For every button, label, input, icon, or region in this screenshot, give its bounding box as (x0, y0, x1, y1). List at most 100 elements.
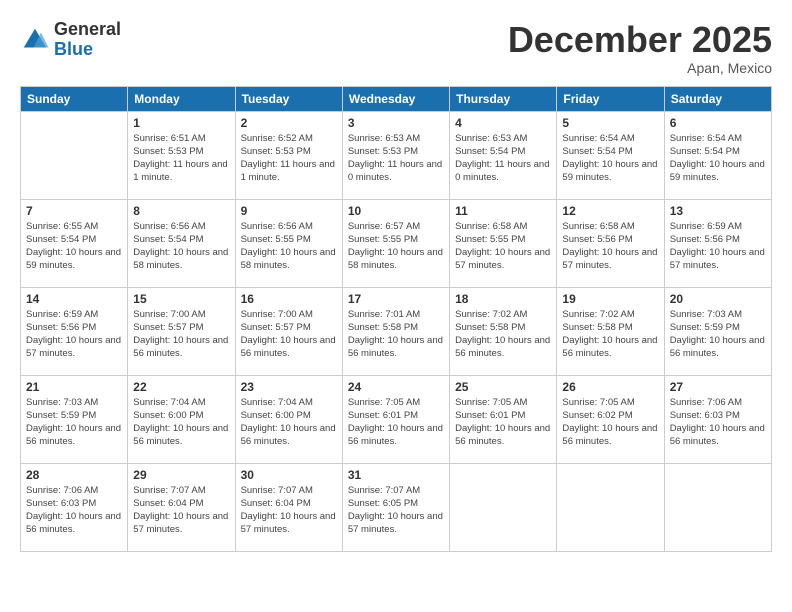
table-row: 21 Sunrise: 7:03 AM Sunset: 5:59 PM Dayl… (21, 375, 128, 463)
table-row: 31 Sunrise: 7:07 AM Sunset: 6:05 PM Dayl… (342, 463, 449, 551)
col-tuesday: Tuesday (235, 86, 342, 111)
cell-info: Sunrise: 7:05 AM Sunset: 6:01 PM Dayligh… (455, 396, 551, 449)
cell-info: Sunrise: 7:02 AM Sunset: 5:58 PM Dayligh… (562, 308, 658, 361)
table-row: 22 Sunrise: 7:04 AM Sunset: 6:00 PM Dayl… (128, 375, 235, 463)
calendar-week-row: 21 Sunrise: 7:03 AM Sunset: 5:59 PM Dayl… (21, 375, 772, 463)
calendar-header-row: Sunday Monday Tuesday Wednesday Thursday… (21, 86, 772, 111)
cell-info: Sunrise: 7:01 AM Sunset: 5:58 PM Dayligh… (348, 308, 444, 361)
calendar-week-row: 7 Sunrise: 6:55 AM Sunset: 5:54 PM Dayli… (21, 199, 772, 287)
cell-date: 2 (241, 116, 337, 130)
table-row: 11 Sunrise: 6:58 AM Sunset: 5:55 PM Dayl… (450, 199, 557, 287)
table-row: 24 Sunrise: 7:05 AM Sunset: 6:01 PM Dayl… (342, 375, 449, 463)
header: General Blue December 2025 Apan, Mexico (20, 20, 772, 76)
cell-date: 16 (241, 292, 337, 306)
table-row: 12 Sunrise: 6:58 AM Sunset: 5:56 PM Dayl… (557, 199, 664, 287)
cell-info: Sunrise: 6:51 AM Sunset: 5:53 PM Dayligh… (133, 132, 229, 185)
cell-date: 6 (670, 116, 766, 130)
cell-date: 25 (455, 380, 551, 394)
cell-info: Sunrise: 6:59 AM Sunset: 5:56 PM Dayligh… (670, 220, 766, 273)
cell-info: Sunrise: 7:00 AM Sunset: 5:57 PM Dayligh… (241, 308, 337, 361)
cell-date: 4 (455, 116, 551, 130)
cell-date: 29 (133, 468, 229, 482)
cell-date: 14 (26, 292, 122, 306)
cell-date: 31 (348, 468, 444, 482)
cell-info: Sunrise: 6:59 AM Sunset: 5:56 PM Dayligh… (26, 308, 122, 361)
page: General Blue December 2025 Apan, Mexico … (0, 0, 792, 612)
table-row: 3 Sunrise: 6:53 AM Sunset: 5:53 PM Dayli… (342, 111, 449, 199)
title-block: December 2025 Apan, Mexico (508, 20, 772, 76)
col-wednesday: Wednesday (342, 86, 449, 111)
table-row: 9 Sunrise: 6:56 AM Sunset: 5:55 PM Dayli… (235, 199, 342, 287)
cell-date: 18 (455, 292, 551, 306)
cell-info: Sunrise: 6:56 AM Sunset: 5:55 PM Dayligh… (241, 220, 337, 273)
table-row: 10 Sunrise: 6:57 AM Sunset: 5:55 PM Dayl… (342, 199, 449, 287)
calendar-week-row: 1 Sunrise: 6:51 AM Sunset: 5:53 PM Dayli… (21, 111, 772, 199)
table-row: 17 Sunrise: 7:01 AM Sunset: 5:58 PM Dayl… (342, 287, 449, 375)
cell-info: Sunrise: 7:00 AM Sunset: 5:57 PM Dayligh… (133, 308, 229, 361)
cell-date: 15 (133, 292, 229, 306)
cell-info: Sunrise: 7:04 AM Sunset: 6:00 PM Dayligh… (133, 396, 229, 449)
cell-date: 5 (562, 116, 658, 130)
cell-info: Sunrise: 6:54 AM Sunset: 5:54 PM Dayligh… (670, 132, 766, 185)
table-row: 6 Sunrise: 6:54 AM Sunset: 5:54 PM Dayli… (664, 111, 771, 199)
col-thursday: Thursday (450, 86, 557, 111)
cell-info: Sunrise: 7:05 AM Sunset: 6:01 PM Dayligh… (348, 396, 444, 449)
table-row: 5 Sunrise: 6:54 AM Sunset: 5:54 PM Dayli… (557, 111, 664, 199)
logo-icon (20, 25, 50, 55)
cell-info: Sunrise: 6:54 AM Sunset: 5:54 PM Dayligh… (562, 132, 658, 185)
cell-date: 13 (670, 204, 766, 218)
cell-date: 11 (455, 204, 551, 218)
col-friday: Friday (557, 86, 664, 111)
cell-info: Sunrise: 6:53 AM Sunset: 5:53 PM Dayligh… (348, 132, 444, 185)
table-row (450, 463, 557, 551)
cell-date: 20 (670, 292, 766, 306)
cell-info: Sunrise: 6:58 AM Sunset: 5:55 PM Dayligh… (455, 220, 551, 273)
cell-date: 22 (133, 380, 229, 394)
table-row: 4 Sunrise: 6:53 AM Sunset: 5:54 PM Dayli… (450, 111, 557, 199)
table-row: 13 Sunrise: 6:59 AM Sunset: 5:56 PM Dayl… (664, 199, 771, 287)
cell-info: Sunrise: 6:56 AM Sunset: 5:54 PM Dayligh… (133, 220, 229, 273)
cell-date: 28 (26, 468, 122, 482)
cell-date: 8 (133, 204, 229, 218)
table-row: 19 Sunrise: 7:02 AM Sunset: 5:58 PM Dayl… (557, 287, 664, 375)
cell-date: 24 (348, 380, 444, 394)
calendar-table: Sunday Monday Tuesday Wednesday Thursday… (20, 86, 772, 552)
cell-info: Sunrise: 6:53 AM Sunset: 5:54 PM Dayligh… (455, 132, 551, 185)
calendar-week-row: 14 Sunrise: 6:59 AM Sunset: 5:56 PM Dayl… (21, 287, 772, 375)
subtitle: Apan, Mexico (508, 60, 772, 76)
table-row (557, 463, 664, 551)
cell-info: Sunrise: 7:02 AM Sunset: 5:58 PM Dayligh… (455, 308, 551, 361)
table-row: 23 Sunrise: 7:04 AM Sunset: 6:00 PM Dayl… (235, 375, 342, 463)
table-row (21, 111, 128, 199)
cell-date: 21 (26, 380, 122, 394)
table-row: 15 Sunrise: 7:00 AM Sunset: 5:57 PM Dayl… (128, 287, 235, 375)
cell-date: 3 (348, 116, 444, 130)
table-row: 30 Sunrise: 7:07 AM Sunset: 6:04 PM Dayl… (235, 463, 342, 551)
cell-date: 27 (670, 380, 766, 394)
cell-date: 30 (241, 468, 337, 482)
month-title: December 2025 (508, 20, 772, 60)
cell-info: Sunrise: 7:03 AM Sunset: 5:59 PM Dayligh… (670, 308, 766, 361)
cell-info: Sunrise: 6:52 AM Sunset: 5:53 PM Dayligh… (241, 132, 337, 185)
table-row: 8 Sunrise: 6:56 AM Sunset: 5:54 PM Dayli… (128, 199, 235, 287)
table-row: 2 Sunrise: 6:52 AM Sunset: 5:53 PM Dayli… (235, 111, 342, 199)
table-row: 16 Sunrise: 7:00 AM Sunset: 5:57 PM Dayl… (235, 287, 342, 375)
table-row: 26 Sunrise: 7:05 AM Sunset: 6:02 PM Dayl… (557, 375, 664, 463)
cell-date: 26 (562, 380, 658, 394)
cell-info: Sunrise: 7:06 AM Sunset: 6:03 PM Dayligh… (670, 396, 766, 449)
cell-info: Sunrise: 6:57 AM Sunset: 5:55 PM Dayligh… (348, 220, 444, 273)
table-row: 28 Sunrise: 7:06 AM Sunset: 6:03 PM Dayl… (21, 463, 128, 551)
table-row: 7 Sunrise: 6:55 AM Sunset: 5:54 PM Dayli… (21, 199, 128, 287)
logo-text: General Blue (54, 20, 121, 60)
cell-info: Sunrise: 6:58 AM Sunset: 5:56 PM Dayligh… (562, 220, 658, 273)
cell-date: 17 (348, 292, 444, 306)
cell-info: Sunrise: 7:04 AM Sunset: 6:00 PM Dayligh… (241, 396, 337, 449)
logo-general-text: General (54, 20, 121, 40)
cell-info: Sunrise: 7:03 AM Sunset: 5:59 PM Dayligh… (26, 396, 122, 449)
cell-info: Sunrise: 7:06 AM Sunset: 6:03 PM Dayligh… (26, 484, 122, 537)
cell-date: 7 (26, 204, 122, 218)
cell-date: 19 (562, 292, 658, 306)
cell-date: 10 (348, 204, 444, 218)
cell-date: 9 (241, 204, 337, 218)
table-row: 27 Sunrise: 7:06 AM Sunset: 6:03 PM Dayl… (664, 375, 771, 463)
